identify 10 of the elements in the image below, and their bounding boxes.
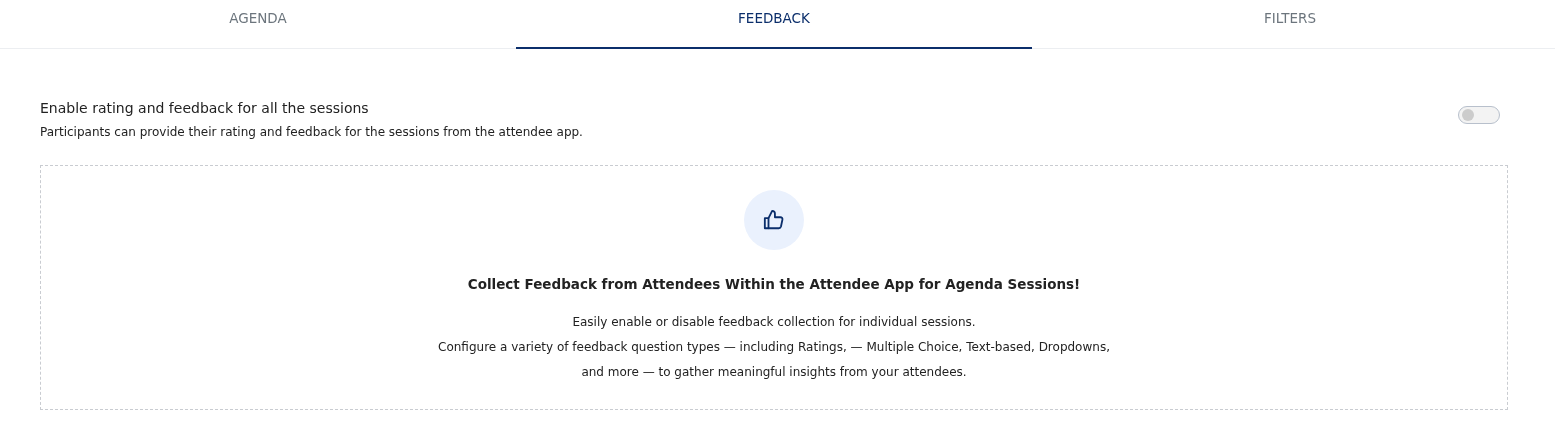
tab[interactable]: FEEDBACK [516, 0, 1032, 49]
description-line: Configure a variety of feedback question types — including Ratings, — Multiple Choice, Text-based, Dropdowns, [438, 339, 1110, 357]
setting-title: Enable rating and feedback for all the sessions [40, 99, 370, 118]
empty-state-heading: Collect Feedback from Attendees Within the Attendee App for Agenda Sessions! [467, 275, 1081, 294]
tab[interactable]: FILTERS [1032, 0, 1548, 49]
description-line: Easily enable or disable feedback collection for individual sessions. [571, 314, 977, 332]
description-line: and more — to gather meaningful insights from your attendees. [580, 364, 968, 382]
toggle-switch[interactable] [1458, 106, 1500, 124]
setting-description: Participants can provide their rating and feedback for the sessions from the attendee app. [40, 124, 583, 141]
tab[interactable]: AGENDA [0, 0, 516, 49]
